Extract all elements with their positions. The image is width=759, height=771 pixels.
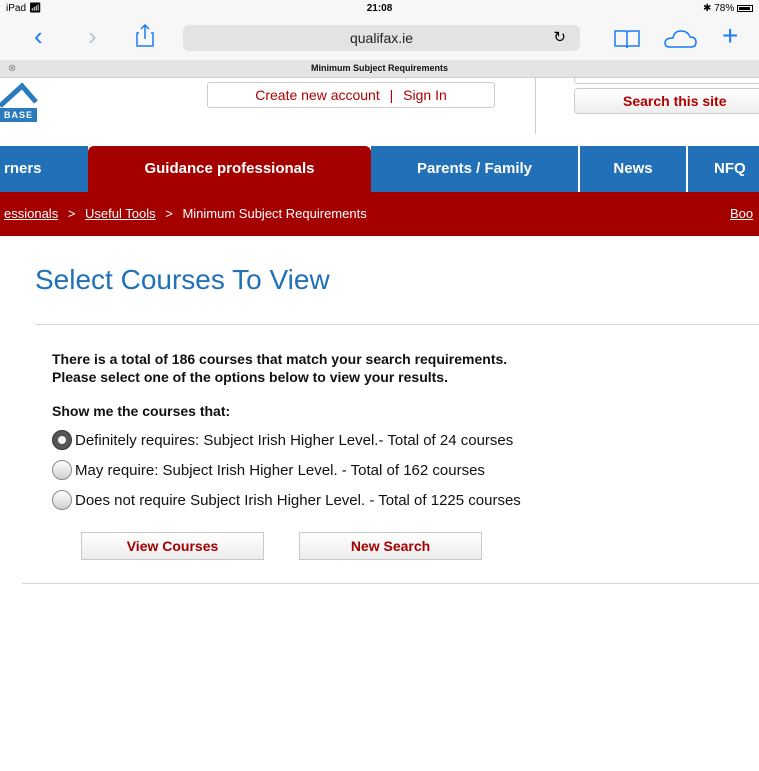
reload-icon[interactable]: ↻ (553, 25, 566, 51)
battery-percent: 78% (714, 3, 735, 14)
results-summary: There is a total of 186 courses that mat… (52, 350, 507, 386)
option-may-require[interactable]: May require: Subject Irish Higher Level.… (52, 460, 485, 480)
breadcrumb-trail: essionals > Useful Tools > Minimum Subje… (4, 192, 367, 236)
header-divider (535, 78, 536, 134)
divider (35, 324, 759, 325)
radio-definitely-requires[interactable] (52, 430, 72, 450)
search-site-button[interactable]: Search this site (574, 88, 759, 114)
logo-text: BASE (0, 108, 38, 122)
sign-in-link[interactable]: Sign In (403, 87, 447, 103)
clock: 21:08 (366, 3, 393, 14)
url-text: qualifax.ie (349, 30, 414, 46)
url-bar[interactable]: qualifax.ie ↻ (183, 25, 580, 51)
option-does-not-require[interactable]: Does not require Subject Irish Higher Le… (52, 490, 521, 510)
tab-learners[interactable]: rners (0, 146, 88, 192)
radio-may-require[interactable] (52, 460, 72, 480)
back-icon[interactable]: ‹ (34, 23, 43, 49)
option-label: Does not require Subject Irish Higher Le… (75, 491, 521, 509)
main-nav: rners Guidance professionals Parents / F… (0, 146, 759, 192)
tab-nfq[interactable]: NFQ (686, 146, 759, 192)
tab-parents-family[interactable]: Parents / Family (371, 146, 578, 192)
options-label: Show me the courses that: (52, 403, 231, 419)
option-label: Definitely requires: Subject Irish Highe… (75, 431, 514, 449)
option-label: May require: Subject Irish Higher Level.… (75, 461, 485, 479)
breadcrumb-separator: > (165, 206, 173, 221)
breadcrumb-item-professionals[interactable]: essionals (4, 206, 58, 221)
breadcrumb-item-useful-tools[interactable]: Useful Tools (85, 206, 156, 221)
search-input[interactable] (574, 76, 759, 84)
breadcrumb: essionals > Useful Tools > Minimum Subje… (0, 192, 759, 236)
close-tab-icon[interactable]: ⊗ (8, 60, 16, 77)
bookmarks-icon[interactable] (614, 27, 640, 53)
view-courses-button[interactable]: View Courses (81, 532, 264, 560)
option-definitely-requires[interactable]: Definitely requires: Subject Irish Highe… (52, 430, 513, 450)
account-separator: | (389, 87, 394, 103)
browser-toolbar: ‹ › qualifax.ie ↻ + (0, 18, 759, 60)
new-tab-icon[interactable]: + (722, 22, 738, 50)
radio-does-not-require[interactable] (52, 490, 72, 510)
tab-guidance-professionals[interactable]: Guidance professionals (88, 146, 371, 192)
create-account-link[interactable]: Create new account (255, 87, 380, 103)
breadcrumb-item-current: Minimum Subject Requirements (182, 206, 367, 221)
tab-news[interactable]: News (578, 146, 686, 192)
status-right: ✱ 78% (703, 3, 753, 14)
battery-icon (737, 4, 753, 12)
forward-icon[interactable]: › (88, 23, 97, 49)
bluetooth-icon: ✱ (703, 3, 712, 14)
page-title: Select Courses To View (35, 264, 330, 295)
cloud-tabs-icon[interactable] (663, 27, 697, 53)
tab-title: Minimum Subject Requirements (310, 63, 449, 73)
results-instruction-text: Please select one of the options below t… (52, 369, 448, 385)
account-box: Create new account | Sign In (207, 82, 495, 108)
new-search-button[interactable]: New Search (299, 532, 482, 560)
share-icon[interactable] (135, 23, 155, 52)
ipad-screen: iPad 📶︎ 21:08 ✱ 78% ‹ › qualifax.ie ↻ + … (0, 0, 759, 771)
breadcrumb-separator: > (67, 206, 76, 221)
results-count-text: There is a total of 186 courses that mat… (52, 351, 508, 367)
divider (22, 583, 759, 584)
booking-link[interactable]: Boo (730, 192, 753, 236)
status-bar: iPad 📶︎ 21:08 ✱ 78% (0, 0, 759, 18)
